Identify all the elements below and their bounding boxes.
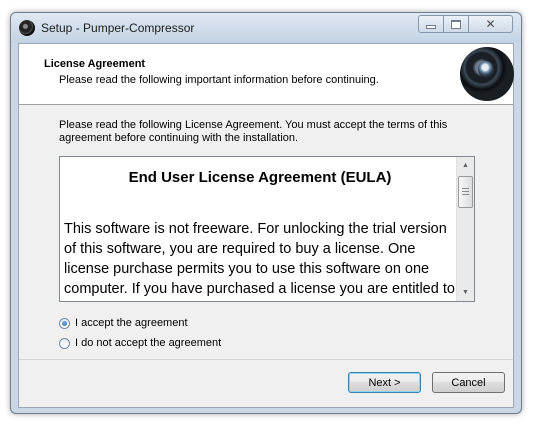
app-icon: [19, 20, 35, 36]
accept-option[interactable]: I accept the agreement: [59, 315, 188, 331]
license-body: This software is not freeware. For unloc…: [64, 221, 455, 297]
wizard-body: License Agreement Please read the follow…: [18, 43, 514, 408]
thumb-grip-line: [462, 188, 469, 189]
accept-radio[interactable]: [59, 317, 70, 329]
scroll-up-icon[interactable]: ▲: [457, 157, 474, 174]
wizard-header: License Agreement Please read the follow…: [19, 44, 514, 105]
minimize-button[interactable]: [418, 15, 444, 33]
maximize-icon: [451, 19, 461, 29]
decline-option[interactable]: I do not accept the agreement: [59, 335, 221, 351]
page-subtitle: Please read the following important info…: [59, 74, 379, 86]
close-button[interactable]: ✕: [468, 15, 513, 33]
close-icon: ✕: [485, 17, 496, 31]
setup-window: Setup - Pumper-Compressor ✕ License Agre…: [10, 12, 522, 414]
license-textbox[interactable]: End User License Agreement (EULA) This s…: [59, 156, 475, 302]
knob-icon: [478, 61, 494, 77]
license-scrollbar[interactable]: ▲ ▼: [456, 157, 474, 301]
cancel-button[interactable]: Cancel: [432, 372, 505, 393]
intro-text: Please read the following License Agreem…: [59, 119, 448, 144]
scroll-thumb[interactable]: [458, 176, 473, 208]
page-title: License Agreement: [44, 58, 146, 70]
accept-label[interactable]: I accept the agreement: [75, 317, 188, 329]
footer-divider: [19, 359, 513, 360]
window-title: Setup - Pumper-Compressor: [41, 21, 195, 35]
thumb-grip-line: [462, 191, 469, 192]
title-bar[interactable]: Setup - Pumper-Compressor ✕: [11, 13, 521, 43]
thumb-grip-line: [462, 194, 469, 195]
maximize-button[interactable]: [443, 15, 469, 33]
minimize-icon: [426, 25, 436, 29]
scroll-down-icon[interactable]: ▼: [457, 284, 474, 301]
decline-radio[interactable]: [59, 337, 70, 349]
next-button[interactable]: Next >: [348, 372, 421, 393]
license-heading: End User License Agreement (EULA): [128, 169, 392, 186]
decline-label[interactable]: I do not accept the agreement: [75, 337, 221, 349]
product-logo: [460, 47, 514, 101]
